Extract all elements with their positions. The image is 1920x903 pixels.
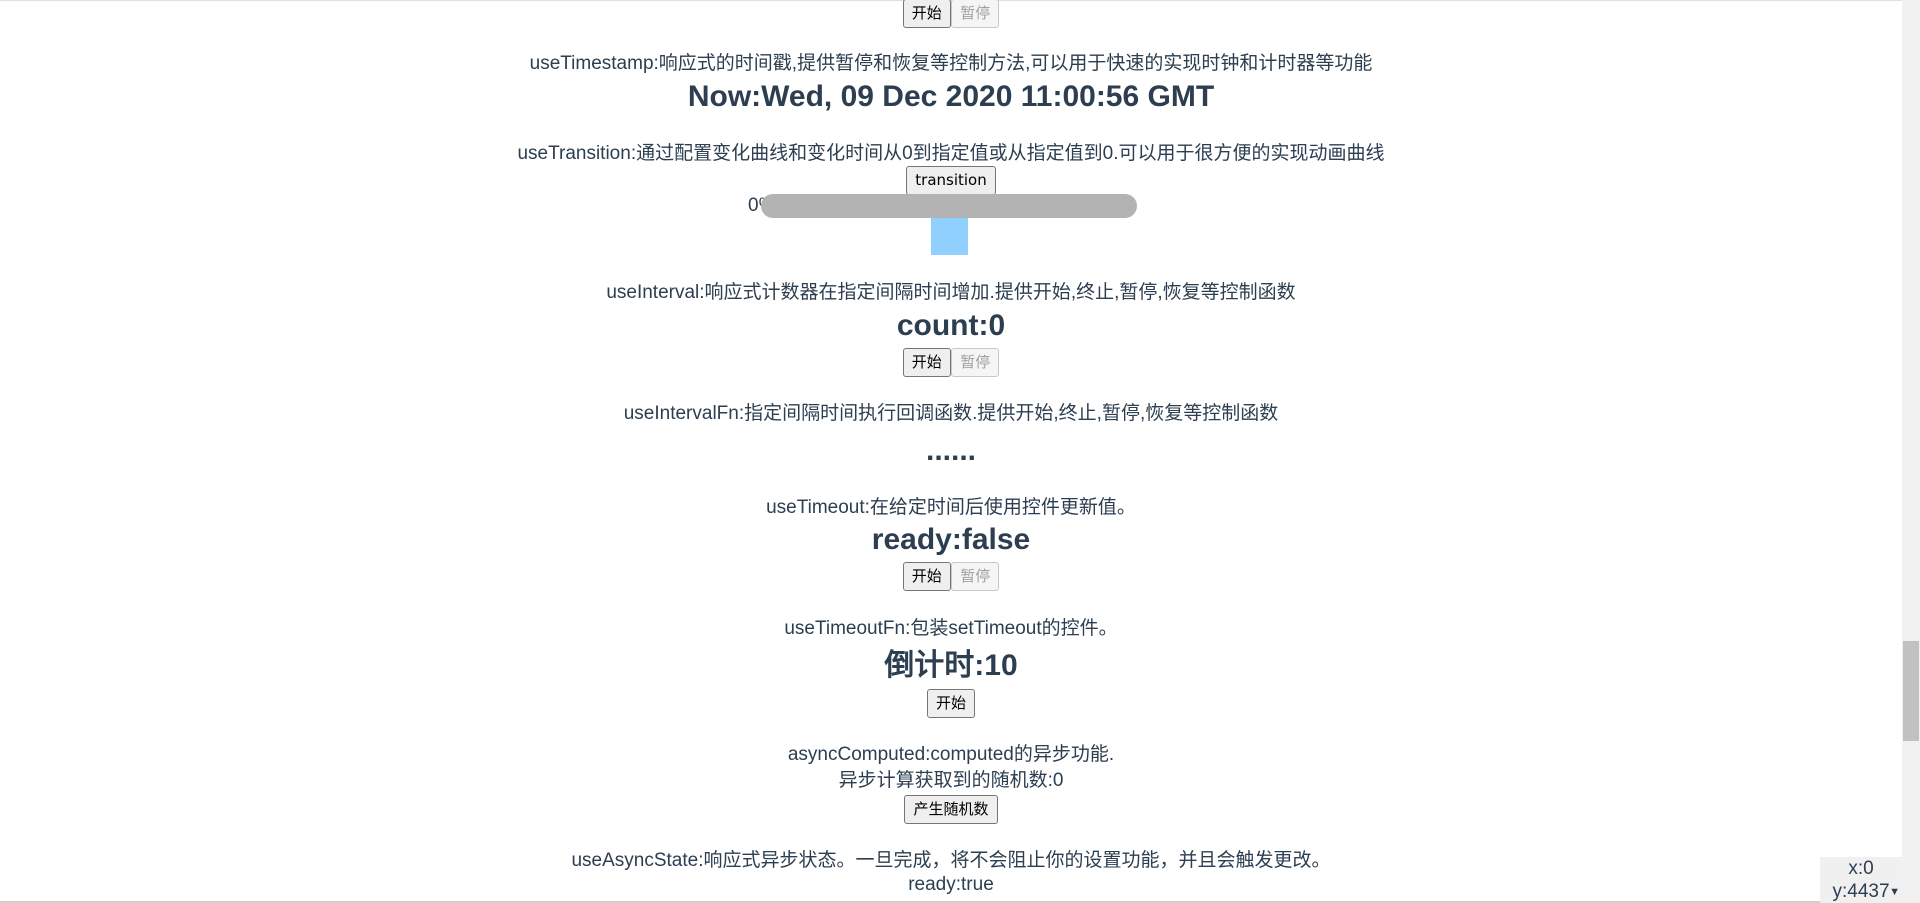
top-start-button[interactable]: 开始 (902, 0, 951, 28)
timeout-value: ready:false (871, 523, 1031, 556)
timeout-controls: 开始 暂停 (0, 562, 1902, 591)
transition-progress: 0% (0, 194, 1902, 218)
page-scrollbar[interactable] (1902, 0, 1920, 903)
transition-animated-box (931, 218, 968, 255)
transition-button[interactable]: transition (906, 166, 996, 195)
transition-controls: transition (0, 166, 1902, 195)
interval-fn-value: ...... (925, 434, 976, 467)
interval-description: useInterval:响应式计数器在指定间隔时间增加.提供开始,终止,暂停,恢… (606, 282, 1296, 303)
async-computed-result: 异步计算获取到的随机数:0 (838, 770, 1064, 791)
interval-start-button[interactable]: 开始 (902, 348, 951, 377)
timestamp-value: Now:Wed, 09 Dec 2020 11:00:56 GMT (687, 80, 1215, 113)
async-state-value: ready:true (908, 874, 994, 895)
timeout-start-button[interactable]: 开始 (902, 562, 951, 591)
interval-controls: 开始 暂停 (0, 348, 1902, 377)
mouse-coordinates-panel: x:0 y:4437 ▼ (1820, 857, 1902, 903)
top-controls: 开始 暂停 (0, 0, 1902, 28)
transition-description: useTransition:通过配置变化曲线和变化时间从0到指定值或从指定值到0… (517, 143, 1385, 164)
interval-fn-description: useIntervalFn:指定间隔时间执行回调函数.提供开始,终止,暂停,恢复… (623, 403, 1279, 424)
timeout-fn-description: useTimeoutFn:包装setTimeout的控件。 (784, 618, 1118, 639)
timeout-description: useTimeout:在给定时间后使用控件更新值。 (766, 497, 1136, 518)
timeout-pause-button[interactable]: 暂停 (951, 562, 1000, 591)
timeout-fn-start-button[interactable]: 开始 (926, 689, 975, 718)
interval-count: count:0 (896, 309, 1006, 342)
timestamp-description: useTimestamp:响应式的时间戳,提供暂停和恢复等控制方法,可以用于快速… (529, 53, 1373, 74)
random-number-button[interactable]: 产生随机数 (904, 795, 998, 824)
mouse-x-readout: x:0 (1848, 858, 1874, 879)
transition-progress-track (761, 194, 1137, 218)
scrollbar-thumb[interactable] (1903, 641, 1919, 741)
top-pause-button[interactable]: 暂停 (951, 0, 1000, 28)
interval-pause-button[interactable]: 暂停 (951, 348, 1000, 377)
async-computed-description: asyncComputed:computed的异步功能. (787, 744, 1115, 765)
async-state-description: useAsyncState:响应式异步状态。一旦完成，将不会阻止你的设置功能，并… (571, 850, 1331, 871)
caret-down-icon[interactable]: ▼ (1889, 887, 1900, 898)
demo-page: 开始 暂停 useTimestamp:响应式的时间戳,提供暂停和恢复等控制方法,… (0, 0, 1902, 903)
timeout-fn-controls: 开始 (0, 689, 1902, 718)
async-computed-controls: 产生随机数 (0, 795, 1902, 824)
timeout-fn-countdown: 倒计时:10 (884, 649, 1018, 682)
